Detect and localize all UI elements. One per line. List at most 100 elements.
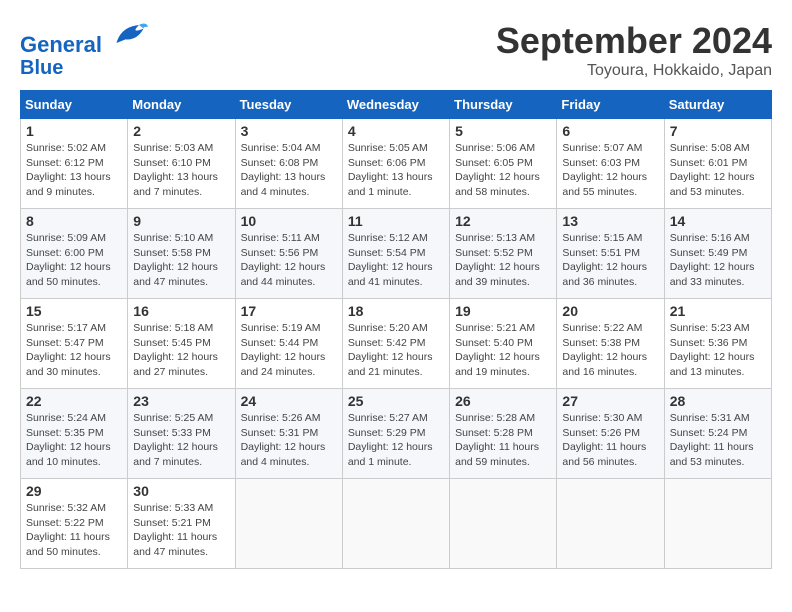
calendar-cell: 2 Sunrise: 5:03 AMSunset: 6:10 PMDaylight… (128, 119, 235, 209)
day-info: Sunrise: 5:25 AMSunset: 5:33 PMDaylight:… (133, 411, 229, 470)
day-info: Sunrise: 5:11 AMSunset: 5:56 PMDaylight:… (241, 231, 337, 290)
day-info: Sunrise: 5:06 AMSunset: 6:05 PMDaylight:… (455, 141, 551, 200)
day-number: 15 (26, 303, 122, 319)
calendar-week-2: 8Sunrise: 5:09 AMSunset: 6:00 PMDaylight… (21, 209, 772, 299)
day-info: Sunrise: 5:26 AMSunset: 5:31 PMDaylight:… (241, 411, 337, 470)
calendar-cell: 13Sunrise: 5:15 AMSunset: 5:51 PMDayligh… (557, 209, 664, 299)
day-info: Sunrise: 5:13 AMSunset: 5:52 PMDaylight:… (455, 231, 551, 290)
calendar-cell: 23 Sunrise: 5:25 AMSunset: 5:33 PMDayligh… (128, 389, 235, 479)
day-info: Sunrise: 5:07 AMSunset: 6:03 PMDaylight:… (562, 141, 658, 200)
weekday-header-saturday: Saturday (664, 91, 771, 119)
calendar-cell: 4 Sunrise: 5:05 AMSunset: 6:06 PMDaylight… (342, 119, 449, 209)
calendar-cell: 11 Sunrise: 5:12 AMSunset: 5:54 PMDayligh… (342, 209, 449, 299)
logo-bird-icon (112, 16, 148, 52)
day-number: 10 (241, 213, 337, 229)
calendar-cell: 19 Sunrise: 5:21 AMSunset: 5:40 PMDayligh… (450, 299, 557, 389)
day-number: 19 (455, 303, 551, 319)
weekday-header-thursday: Thursday (450, 91, 557, 119)
day-number: 25 (348, 393, 444, 409)
day-number: 1 (26, 123, 122, 139)
day-number: 22 (26, 393, 122, 409)
day-info: Sunrise: 5:04 AMSunset: 6:08 PMDaylight:… (241, 141, 337, 200)
weekday-header-tuesday: Tuesday (235, 91, 342, 119)
day-number: 17 (241, 303, 337, 319)
page-header: General Blue September 2024 Toyoura, Hok… (20, 20, 772, 80)
calendar-cell (342, 479, 449, 569)
day-number: 11 (348, 213, 444, 229)
calendar-cell: 28Sunrise: 5:31 AMSunset: 5:24 PMDayligh… (664, 389, 771, 479)
day-number: 27 (562, 393, 658, 409)
day-info: Sunrise: 5:27 AMSunset: 5:29 PMDaylight:… (348, 411, 444, 470)
day-info: Sunrise: 5:19 AMSunset: 5:44 PMDaylight:… (241, 321, 337, 380)
calendar-cell: 29 Sunrise: 5:32 AMSunset: 5:22 PMDayligh… (21, 479, 128, 569)
calendar-cell: 14 Sunrise: 5:16 AMSunset: 5:49 PMDayligh… (664, 209, 771, 299)
day-number: 16 (133, 303, 229, 319)
day-number: 18 (348, 303, 444, 319)
month-title: September 2024 (496, 20, 772, 62)
calendar-cell: 24 Sunrise: 5:26 AMSunset: 5:31 PMDayligh… (235, 389, 342, 479)
day-info: Sunrise: 5:03 AMSunset: 6:10 PMDaylight:… (133, 141, 229, 200)
calendar-cell: 18 Sunrise: 5:20 AMSunset: 5:42 PMDayligh… (342, 299, 449, 389)
calendar-cell: 5 Sunrise: 5:06 AMSunset: 6:05 PMDaylight… (450, 119, 557, 209)
calendar-cell (664, 479, 771, 569)
day-info: Sunrise: 5:17 AMSunset: 5:47 PMDaylight:… (26, 321, 122, 380)
calendar-week-3: 15 Sunrise: 5:17 AMSunset: 5:47 PMDayligh… (21, 299, 772, 389)
weekday-header-row: SundayMondayTuesdayWednesdayThursdayFrid… (21, 91, 772, 119)
day-number: 3 (241, 123, 337, 139)
day-info: Sunrise: 5:02 AMSunset: 6:12 PMDaylight:… (26, 141, 122, 200)
day-number: 8 (26, 213, 122, 229)
day-number: 21 (670, 303, 766, 319)
calendar-cell: 21 Sunrise: 5:23 AMSunset: 5:36 PMDayligh… (664, 299, 771, 389)
logo: General Blue (20, 20, 148, 79)
day-info: Sunrise: 5:30 AMSunset: 5:26 PMDaylight:… (562, 411, 658, 470)
calendar-cell: 8Sunrise: 5:09 AMSunset: 6:00 PMDaylight… (21, 209, 128, 299)
day-info: Sunrise: 5:10 AMSunset: 5:58 PMDaylight:… (133, 231, 229, 290)
weekday-header-sunday: Sunday (21, 91, 128, 119)
day-number: 29 (26, 483, 122, 499)
calendar-cell: 3 Sunrise: 5:04 AMSunset: 6:08 PMDaylight… (235, 119, 342, 209)
day-info: Sunrise: 5:16 AMSunset: 5:49 PMDaylight:… (670, 231, 766, 290)
calendar-cell: 27 Sunrise: 5:30 AMSunset: 5:26 PMDayligh… (557, 389, 664, 479)
day-number: 13 (562, 213, 658, 229)
day-number: 26 (455, 393, 551, 409)
day-info: Sunrise: 5:24 AMSunset: 5:35 PMDaylight:… (26, 411, 122, 470)
calendar-cell: 12 Sunrise: 5:13 AMSunset: 5:52 PMDayligh… (450, 209, 557, 299)
day-info: Sunrise: 5:12 AMSunset: 5:54 PMDaylight:… (348, 231, 444, 290)
calendar-cell: 9 Sunrise: 5:10 AMSunset: 5:58 PMDaylight… (128, 209, 235, 299)
calendar-cell: 20 Sunrise: 5:22 AMSunset: 5:38 PMDayligh… (557, 299, 664, 389)
day-number: 20 (562, 303, 658, 319)
calendar-cell (235, 479, 342, 569)
day-info: Sunrise: 5:20 AMSunset: 5:42 PMDaylight:… (348, 321, 444, 380)
day-number: 23 (133, 393, 229, 409)
weekday-header-monday: Monday (128, 91, 235, 119)
day-number: 24 (241, 393, 337, 409)
day-number: 2 (133, 123, 229, 139)
day-info: Sunrise: 5:32 AMSunset: 5:22 PMDaylight:… (26, 501, 122, 560)
calendar-cell: 26Sunrise: 5:28 AMSunset: 5:28 PMDayligh… (450, 389, 557, 479)
logo-blue: Blue (20, 57, 148, 79)
calendar-cell: 1 Sunrise: 5:02 AMSunset: 6:12 PMDaylight… (21, 119, 128, 209)
day-info: Sunrise: 5:08 AMSunset: 6:01 PMDaylight:… (670, 141, 766, 200)
day-number: 9 (133, 213, 229, 229)
day-number: 14 (670, 213, 766, 229)
day-info: Sunrise: 5:23 AMSunset: 5:36 PMDaylight:… (670, 321, 766, 380)
day-number: 5 (455, 123, 551, 139)
day-number: 7 (670, 123, 766, 139)
weekday-header-wednesday: Wednesday (342, 91, 449, 119)
day-number: 4 (348, 123, 444, 139)
logo-general: General (20, 32, 102, 57)
calendar-cell: 22 Sunrise: 5:24 AMSunset: 5:35 PMDayligh… (21, 389, 128, 479)
day-info: Sunrise: 5:33 AMSunset: 5:21 PMDaylight:… (133, 501, 229, 560)
calendar-week-4: 22 Sunrise: 5:24 AMSunset: 5:35 PMDayligh… (21, 389, 772, 479)
day-info: Sunrise: 5:05 AMSunset: 6:06 PMDaylight:… (348, 141, 444, 200)
day-info: Sunrise: 5:21 AMSunset: 5:40 PMDaylight:… (455, 321, 551, 380)
title-area: September 2024 Toyoura, Hokkaido, Japan (496, 20, 772, 80)
day-number: 6 (562, 123, 658, 139)
day-info: Sunrise: 5:22 AMSunset: 5:38 PMDaylight:… (562, 321, 658, 380)
day-number: 12 (455, 213, 551, 229)
day-info: Sunrise: 5:18 AMSunset: 5:45 PMDaylight:… (133, 321, 229, 380)
calendar-cell: 17 Sunrise: 5:19 AMSunset: 5:44 PMDayligh… (235, 299, 342, 389)
calendar-cell: 6 Sunrise: 5:07 AMSunset: 6:03 PMDaylight… (557, 119, 664, 209)
calendar-week-5: 29 Sunrise: 5:32 AMSunset: 5:22 PMDayligh… (21, 479, 772, 569)
calendar-cell (557, 479, 664, 569)
